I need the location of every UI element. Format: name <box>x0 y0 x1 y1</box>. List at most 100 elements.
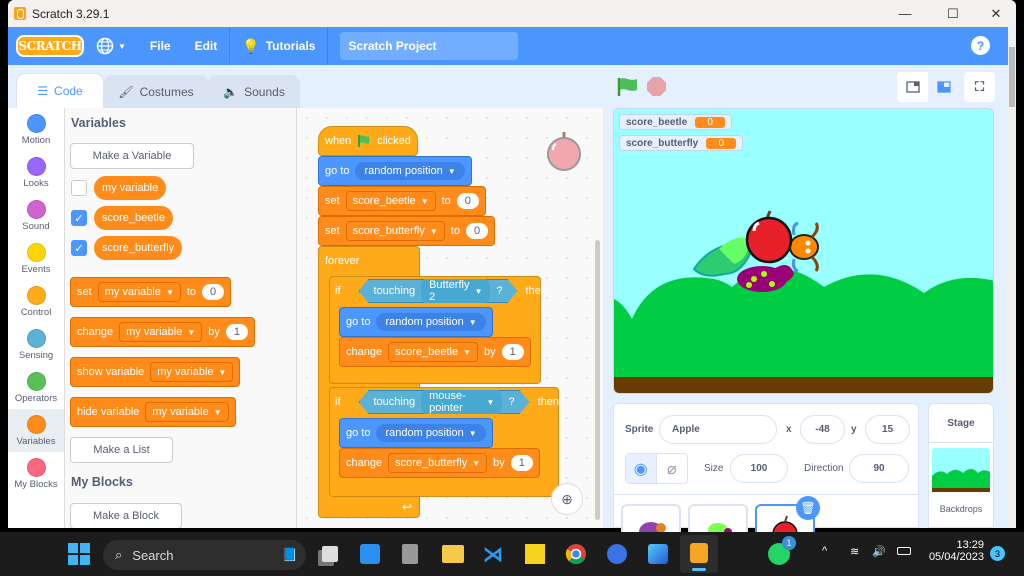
tab-code[interactable]: ☰ Code <box>16 73 104 108</box>
vscode-app[interactable]: ⋊ <box>481 542 505 566</box>
y-input[interactable]: 15 <box>865 415 910 444</box>
start-button[interactable] <box>67 542 91 566</box>
stage-canvas[interactable]: score_beetle 0 score_butterfly 0 <box>613 108 994 394</box>
value-input[interactable]: 1 <box>225 324 249 340</box>
variable-reporter[interactable]: score_butterfly <box>94 236 183 260</box>
variable-dropdown[interactable]: my variable ▼ <box>150 362 234 382</box>
script-scrollbar[interactable] <box>595 240 600 520</box>
value-input[interactable]: 0 <box>456 193 479 209</box>
file-explorer-app[interactable] <box>441 542 465 566</box>
variable-dropdown[interactable]: score_butterfly ▼ <box>388 453 488 473</box>
change-variable-block[interactable]: change score_beetle ▼ by 1 <box>339 337 531 367</box>
set-variable-block[interactable]: set score_beetle ▼ to 0 <box>318 186 486 216</box>
delete-sprite-button[interactable]: 🗑 <box>796 496 820 520</box>
target-dropdown[interactable]: mouse-pointer ▼ <box>421 387 502 417</box>
variable-checkbox-score-beetle[interactable]: ✓ <box>71 210 87 226</box>
touching-block[interactable]: touching mouse-pointer ▼ ? <box>359 390 530 414</box>
target-dropdown[interactable]: random position ▼ <box>355 162 465 180</box>
variable-dropdown[interactable]: score_butterfly ▼ <box>345 221 445 241</box>
notification-count-badge[interactable]: 3 <box>990 546 1005 561</box>
target-dropdown[interactable]: random position ▼ <box>376 313 486 331</box>
variable-dropdown[interactable]: score_beetle ▼ <box>345 191 436 211</box>
value-input[interactable]: 0 <box>465 223 489 239</box>
scratch-taskbar-item[interactable] <box>680 535 718 573</box>
x-input[interactable]: -48 <box>800 415 845 444</box>
zoom-in-button[interactable]: ⊕ <box>551 483 583 515</box>
sprite-name-input[interactable]: Apple <box>659 415 777 444</box>
hide-variable-block[interactable]: hide variable my variable ▼ <box>70 397 236 427</box>
edit-menu[interactable]: Edit <box>183 27 230 65</box>
go-to-block[interactable]: go to random position ▼ <box>339 307 493 337</box>
small-stage-button[interactable] <box>897 72 928 102</box>
wifi-icon[interactable]: ≋ <box>850 545 859 558</box>
go-to-block[interactable]: go to random position ▼ <box>318 156 472 186</box>
category-looks[interactable]: Looks <box>8 151 64 194</box>
value-input[interactable]: 1 <box>510 455 533 471</box>
make-block-button[interactable]: Make a Block <box>70 503 182 528</box>
category-control[interactable]: Control <box>8 280 64 323</box>
value-input[interactable]: 1 <box>501 344 524 360</box>
change-variable-block[interactable]: change my variable ▼ by 1 <box>70 317 256 347</box>
value-input[interactable]: 0 <box>202 284 225 300</box>
minimize-button[interactable]: — <box>885 0 925 27</box>
tutorials-button[interactable]: 💡 Tutorials <box>230 27 327 65</box>
window-scrollbar[interactable] <box>1008 27 1016 528</box>
whatsapp-app[interactable]: 1 <box>767 536 796 566</box>
category-my-blocks[interactable]: My Blocks <box>8 452 64 495</box>
category-sensing[interactable]: Sensing <box>8 323 64 366</box>
fullscreen-button[interactable]: ⛶ <box>964 72 995 102</box>
variable-dropdown[interactable]: my variable ▼ <box>97 282 181 302</box>
calendar-app[interactable] <box>358 542 382 566</box>
go-to-block[interactable]: go to random position ▼ <box>339 418 493 448</box>
scratch-logo[interactable]: SCRATCH <box>16 35 84 57</box>
variable-dropdown[interactable]: my variable ▼ <box>145 402 229 422</box>
target-dropdown[interactable]: random position ▼ <box>376 424 486 442</box>
variable-reporter[interactable]: my variable <box>94 176 167 200</box>
variable-dropdown[interactable]: score_beetle ▼ <box>388 342 479 362</box>
variable-checkbox-score-butterfly[interactable]: ✓ <box>71 240 87 256</box>
stage-selector[interactable]: Stage Backdrops <box>928 403 994 528</box>
when-flag-clicked-block[interactable]: when clicked <box>318 126 418 156</box>
make-list-button[interactable]: Make a List <box>70 437 173 463</box>
chrome-app[interactable] <box>564 542 588 566</box>
size-input[interactable]: 100 <box>730 454 788 483</box>
category-variables[interactable]: Variables <box>8 409 64 452</box>
direction-input[interactable]: 90 <box>849 454 909 483</box>
file-menu[interactable]: File <box>138 27 183 65</box>
green-flag-button[interactable] <box>617 77 639 97</box>
category-sound[interactable]: Sound <box>8 194 64 237</box>
show-sprite-button[interactable]: ◉ <box>626 454 657 483</box>
scrollbar-thumb[interactable] <box>1009 47 1015 107</box>
variable-dropdown[interactable]: my variable ▼ <box>119 322 203 342</box>
category-motion[interactable]: Motion <box>8 108 64 151</box>
sprite-thumbnail-butterfly[interactable] <box>688 504 748 534</box>
language-menu[interactable]: ▼ <box>84 27 138 65</box>
sprite-thumbnail-beetle[interactable] <box>621 504 681 534</box>
help-icon[interactable]: ? <box>971 36 990 55</box>
variable-reporter[interactable]: score_beetle <box>94 206 173 230</box>
sticky-notes-app[interactable] <box>523 542 547 566</box>
maximize-button[interactable]: ☐ <box>933 0 973 27</box>
clock[interactable]: 13:29 05/04/2023 <box>924 539 984 563</box>
make-variable-button[interactable]: Make a Variable <box>70 143 194 169</box>
category-events[interactable]: Events <box>8 237 64 280</box>
set-variable-block[interactable]: set score_butterfly ▼ to 0 <box>318 216 496 246</box>
photos-app[interactable] <box>646 542 670 566</box>
category-operators[interactable]: Operators <box>8 366 64 409</box>
change-variable-block[interactable]: change score_butterfly ▼ by 1 <box>339 448 540 478</box>
battery-icon[interactable] <box>897 547 911 555</box>
project-title-input[interactable]: Scratch Project <box>340 32 519 60</box>
app-blue-circle[interactable] <box>605 542 629 566</box>
tab-costumes[interactable]: 🖌 Costumes <box>103 75 209 108</box>
set-variable-block[interactable]: set my variable ▼ to 0 <box>70 277 232 307</box>
touching-block[interactable]: touching Butterfly 2 ▼ ? <box>359 279 518 303</box>
normal-stage-button[interactable] <box>928 72 959 102</box>
show-hidden-icons-button[interactable]: ^ <box>822 545 827 557</box>
close-button[interactable]: ✕ <box>976 0 1016 27</box>
target-dropdown[interactable]: Butterfly 2 ▼ <box>421 276 490 306</box>
taskbar-search[interactable]: ⌕ Search 📘 <box>103 540 306 570</box>
show-variable-block[interactable]: show variable my variable ▼ <box>70 357 241 387</box>
hide-sprite-button[interactable]: ⌀ <box>657 454 687 483</box>
variable-checkbox-my-variable[interactable] <box>71 180 87 196</box>
tab-sounds[interactable]: 🔈 Sounds <box>208 75 300 108</box>
